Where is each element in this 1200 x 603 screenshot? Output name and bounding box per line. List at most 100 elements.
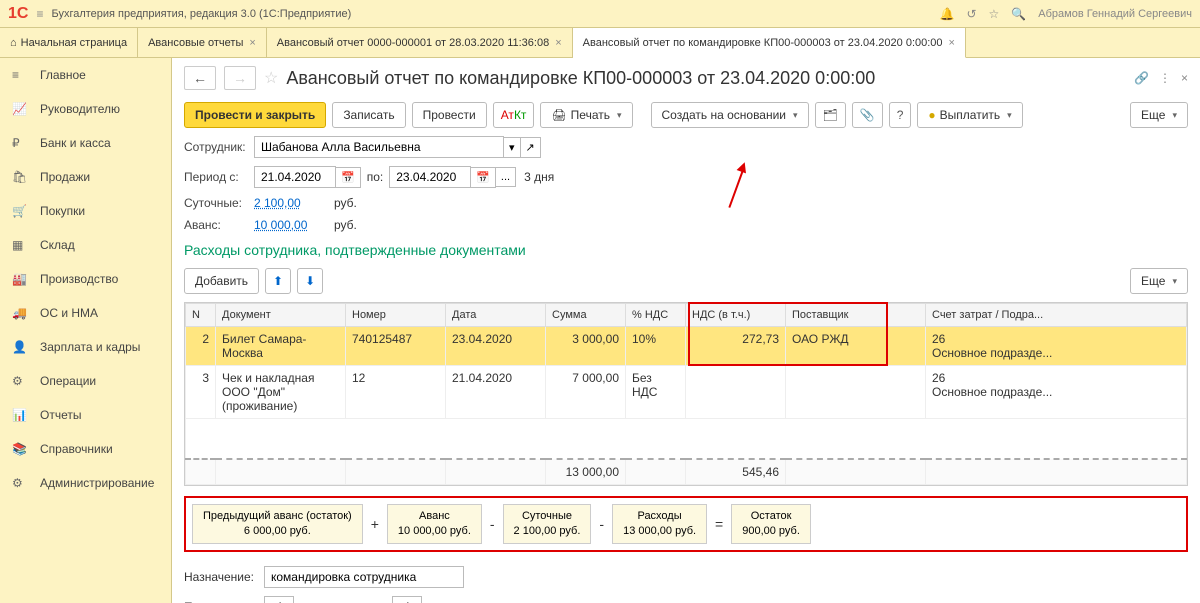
sidebar-item-bank[interactable]: ₽Банк и касса — [0, 126, 171, 160]
sidebar-label: Склад — [40, 238, 75, 252]
cell-vat-pct: 10% — [626, 327, 686, 366]
sidebar-label: Зарплата и кадры — [40, 340, 140, 354]
to-label: по: — [367, 170, 384, 184]
sidebar-item-production[interactable]: 🏭Производство — [0, 262, 171, 296]
sidebar-item-refs[interactable]: 📚 Справочники — [0, 432, 171, 466]
sidebar-label: Отчеты — [40, 408, 81, 422]
add-button[interactable]: Добавить — [184, 268, 259, 294]
attach-button[interactable]: 📎 — [852, 102, 883, 128]
sidebar-item-sales[interactable]: 🛍Продажи — [0, 160, 171, 194]
write-button[interactable]: Записать — [332, 102, 405, 128]
sidebar-item-manager[interactable]: 📈Руководителю — [0, 92, 171, 126]
perdiem-value[interactable]: 2 100,00 — [254, 196, 314, 210]
sidebar-label: Банк и касса — [40, 136, 111, 150]
search-icon[interactable]: 🔍 — [1011, 7, 1026, 21]
sidebar-item-warehouse[interactable]: ▦ Склад — [0, 228, 171, 262]
sidebar-item-admin[interactable]: ⚙Администрирование — [0, 466, 171, 500]
print-button[interactable]: 🖨 Печать — [540, 102, 632, 128]
move-up-button[interactable]: ⬆ — [265, 268, 291, 294]
history-icon[interactable]: ↺ — [966, 7, 976, 21]
favorite-icon[interactable]: ☆ — [264, 68, 278, 88]
print-label: Печать — [571, 108, 610, 122]
cell-num: 12 — [346, 366, 446, 419]
col-vat-pct[interactable]: % НДС — [626, 304, 686, 327]
link-icon[interactable]: 🔗 — [1134, 71, 1149, 85]
sidebar-item-hr[interactable]: 👤Зарплата и кадры — [0, 330, 171, 364]
purpose-input[interactable] — [264, 566, 464, 588]
sidebar-item-reports[interactable]: 📊Отчеты — [0, 398, 171, 432]
tab-report-1[interactable]: Авансовый отчет 0000-000001 от 28.03.202… — [267, 28, 573, 57]
cell-vat-pct: Без НДС — [626, 366, 686, 419]
star-icon[interactable]: ☆ — [989, 7, 1000, 21]
employee-input[interactable] — [254, 136, 504, 158]
rub-label: руб. — [334, 218, 357, 232]
dropdown-button[interactable]: ▾ — [503, 137, 521, 158]
col-sum[interactable]: Сумма — [546, 304, 626, 327]
help-button[interactable]: ? — [889, 102, 912, 128]
book-icon: 📚 — [12, 442, 30, 456]
tab-report-3[interactable]: Авансовый отчет по командировке КП00-000… — [573, 28, 966, 58]
table-more-button[interactable]: Еще — [1130, 268, 1188, 294]
table-row[interactable]: 2 Билет Самара-Москва 740125487 23.04.20… — [186, 327, 1187, 366]
sheets-count-input[interactable] — [392, 596, 422, 603]
sidebar-label: Справочники — [40, 442, 113, 456]
col-num[interactable]: Номер — [346, 304, 446, 327]
date-from-input[interactable] — [254, 166, 336, 188]
sidebar-label: Главное — [40, 68, 86, 82]
days-label: 3 дня — [524, 170, 554, 184]
sidebar-item-main[interactable]: ≡Главное — [0, 58, 171, 92]
menu-icon[interactable]: ≡ — [36, 7, 43, 21]
sidebar-item-operations[interactable]: ⚙Операции — [0, 364, 171, 398]
box-icon: ▦ — [12, 238, 30, 252]
forward-button[interactable]: → — [224, 66, 256, 90]
move-down-button[interactable]: ⬇ — [297, 268, 323, 294]
tab-reports[interactable]: Авансовые отчеты × — [138, 28, 267, 57]
open-ref-button[interactable]: ↗ — [520, 137, 541, 158]
docs-count-input[interactable] — [264, 596, 294, 603]
sidebar-item-assets[interactable]: 🚚ОС и НМА — [0, 296, 171, 330]
bell-icon[interactable]: 🔔 — [940, 7, 955, 21]
col-date[interactable]: Дата — [446, 304, 546, 327]
summary-perdiem: Суточные2 100,00 руб. — [503, 504, 592, 545]
create-based-button[interactable]: Создать на основании — [651, 102, 809, 128]
col-account[interactable]: Счет затрат / Подра... — [926, 304, 1187, 327]
more-button[interactable]: Еще — [1130, 102, 1188, 128]
structure-button[interactable]: 🗂 — [815, 102, 846, 128]
close-panel-icon[interactable]: × — [1181, 71, 1188, 85]
table-row[interactable]: 3 Чек и накладная ООО "Дом" (проживание)… — [186, 366, 1187, 419]
pay-button[interactable]: ● Выплатить — [917, 102, 1022, 128]
employee-label: Сотрудник: — [184, 140, 254, 154]
user-name[interactable]: Абрамов Геннадий Сергеевич — [1038, 8, 1192, 20]
post-close-button[interactable]: Провести и закрыть — [184, 102, 326, 128]
cell-account: 26Основное подразде... — [926, 327, 1187, 366]
post-button[interactable]: Провести — [412, 102, 487, 128]
sidebar-label: ОС и НМА — [40, 306, 98, 320]
tab-home[interactable]: ⌂ Начальная страница — [0, 28, 138, 57]
period-picker-button[interactable]: ... — [495, 167, 516, 187]
document-title: Авансовый отчет по командировке КП00-000… — [286, 68, 1126, 89]
perdiem-label: Суточные: — [184, 196, 254, 210]
app-title: Бухгалтерия предприятия, редакция 3.0 (1… — [51, 8, 939, 20]
sidebar-label: Администрирование — [40, 476, 154, 490]
sidebar-item-purchases[interactable]: 🛒Покупки — [0, 194, 171, 228]
close-icon[interactable]: × — [555, 37, 561, 49]
advance-value[interactable]: 10 000,00 — [254, 218, 314, 232]
cell-num: 740125487 — [346, 327, 446, 366]
col-doc[interactable]: Документ — [216, 304, 346, 327]
summary-expenses: Расходы13 000,00 руб. — [612, 504, 707, 545]
plus-op: + — [371, 516, 379, 532]
more-vert-icon[interactable]: ⋮ — [1159, 71, 1171, 85]
calendar-button[interactable]: 📅 — [470, 167, 496, 188]
date-to-input[interactable] — [389, 166, 471, 188]
factory-icon: 🏭 — [12, 272, 30, 286]
calendar-button[interactable]: 📅 — [335, 167, 361, 188]
section-title: Расходы сотрудника, подтвержденные докум… — [172, 236, 1200, 264]
bag-icon: 🛍 — [12, 170, 30, 184]
summary-advance: Аванс10 000,00 руб. — [387, 504, 482, 545]
dt-kt-button[interactable]: АтКт — [493, 102, 535, 128]
close-icon[interactable]: × — [949, 37, 955, 49]
close-icon[interactable]: × — [249, 37, 255, 49]
back-button[interactable]: ← — [184, 66, 216, 90]
col-n[interactable]: N — [186, 304, 216, 327]
cell-account: 26Основное подразде... — [926, 366, 1187, 419]
